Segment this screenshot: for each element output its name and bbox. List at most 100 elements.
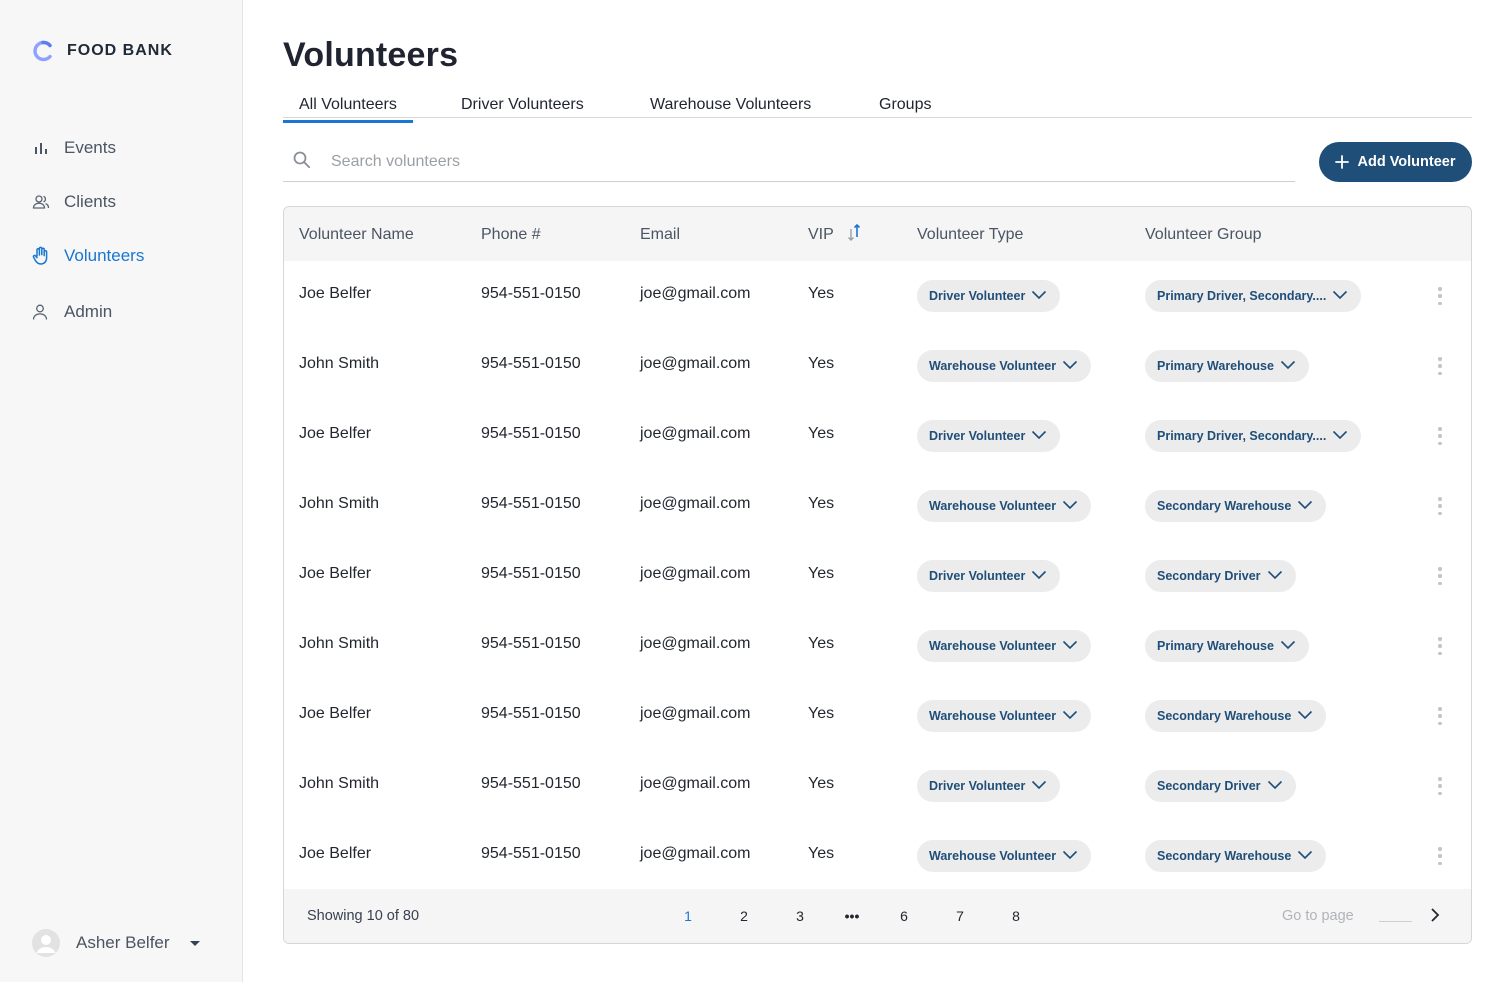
chevron-down-icon xyxy=(1031,429,1047,443)
chevron-down-icon xyxy=(1031,569,1047,583)
volunteer-phone: 954-551-0150 xyxy=(481,635,581,652)
sidebar-item-admin[interactable]: Admin xyxy=(32,302,112,322)
volunteer-type-dropdown[interactable]: Warehouse Volunteer xyxy=(917,350,1092,382)
volunteer-type-label: Warehouse Volunteer xyxy=(929,709,1057,723)
page-number[interactable]: 7 xyxy=(950,908,970,924)
volunteer-group-dropdown[interactable]: Primary Driver, Secondary.... xyxy=(1145,280,1362,312)
pagination-ellipsis[interactable]: ••• xyxy=(842,908,862,924)
volunteer-phone: 954-551-0150 xyxy=(481,495,581,512)
sidebar-item-events[interactable]: Events xyxy=(32,138,116,158)
volunteer-group-dropdown[interactable]: Secondary Warehouse xyxy=(1145,700,1327,732)
table-row[interactable]: Joe Belfer 954-551-0150 joe@gmail.com Yes Wa… xyxy=(284,681,1471,751)
tab-warehouse-volunteers[interactable]: Warehouse Volunteers xyxy=(650,96,811,114)
header-type[interactable]: Volunteer Type xyxy=(917,226,1023,244)
avatar xyxy=(32,929,60,957)
more-options-icon[interactable] xyxy=(1434,707,1446,725)
more-options-icon[interactable] xyxy=(1434,357,1446,375)
volunteer-name: Joe Belfer xyxy=(299,425,372,442)
volunteer-group-label: Primary Driver, Secondary.... xyxy=(1157,289,1327,303)
volunteer-vip: Yes xyxy=(808,355,835,372)
more-options-icon[interactable] xyxy=(1434,567,1446,585)
volunteer-type-label: Driver Volunteer xyxy=(929,779,1026,793)
caret-down-icon xyxy=(189,940,200,946)
plus-icon xyxy=(1335,155,1350,169)
volunteer-type-label: Warehouse Volunteer xyxy=(929,359,1057,373)
volunteer-email: joe@gmail.com xyxy=(640,635,751,652)
more-options-icon[interactable] xyxy=(1434,427,1446,445)
chevron-down-icon xyxy=(1280,639,1296,653)
brand[interactable]: FOOD BANK xyxy=(32,40,173,62)
header-group[interactable]: Volunteer Group xyxy=(1145,226,1262,244)
page-number[interactable]: 6 xyxy=(894,908,914,924)
header-vip[interactable]: VIP xyxy=(808,226,834,244)
chevron-down-icon xyxy=(1297,709,1313,723)
user-menu[interactable]: Asher Belfer xyxy=(32,929,200,957)
volunteer-type-dropdown[interactable]: Driver Volunteer xyxy=(917,280,1061,312)
table-row[interactable]: Joe Belfer 954-551-0150 joe@gmail.com Yes Wa… xyxy=(284,821,1471,891)
table-row[interactable]: John Smith 954-551-0150 joe@gmail.com Yes Dr… xyxy=(284,751,1471,821)
page-number[interactable]: 1 xyxy=(678,908,698,924)
tab-driver-volunteers[interactable]: Driver Volunteers xyxy=(461,96,584,114)
volunteer-group-dropdown[interactable]: Secondary Driver xyxy=(1145,560,1296,592)
volunteer-type-dropdown[interactable]: Warehouse Volunteer xyxy=(917,840,1092,872)
table-header: Volunteer Name Phone # Email VIP Volunte… xyxy=(284,207,1471,261)
page-title: Volunteers xyxy=(283,36,459,74)
user-name: Asher Belfer xyxy=(76,933,170,952)
header-name[interactable]: Volunteer Name xyxy=(299,226,414,244)
tab-all-volunteers[interactable]: All Volunteers xyxy=(283,96,413,123)
search-input[interactable] xyxy=(331,153,1231,171)
table-row[interactable]: John Smith 954-551-0150 joe@gmail.com Yes Wa… xyxy=(284,611,1471,681)
volunteer-phone: 954-551-0150 xyxy=(481,845,581,862)
goto-page-input[interactable] xyxy=(1379,921,1412,922)
table-row[interactable]: John Smith 954-551-0150 joe@gmail.com Yes Wa… xyxy=(284,471,1471,541)
chevron-down-icon xyxy=(1062,639,1078,653)
header-email[interactable]: Email xyxy=(640,226,680,244)
volunteer-type-dropdown[interactable]: Warehouse Volunteer xyxy=(917,490,1092,522)
table-row[interactable]: John Smith 954-551-0150 joe@gmail.com Yes Wa… xyxy=(284,331,1471,401)
tab-groups[interactable]: Groups xyxy=(879,96,931,114)
sidebar-item-volunteers[interactable]: Volunteers xyxy=(32,246,144,266)
sidebar-item-clients[interactable]: Clients xyxy=(32,192,116,212)
table-row[interactable]: Joe Belfer 954-551-0150 joe@gmail.com Yes Dr… xyxy=(284,401,1471,471)
page-number[interactable]: 2 xyxy=(734,908,754,924)
volunteer-vip: Yes xyxy=(808,845,835,862)
volunteer-type-dropdown[interactable]: Warehouse Volunteer xyxy=(917,630,1092,662)
volunteer-email: joe@gmail.com xyxy=(640,775,751,792)
chevron-right-icon[interactable] xyxy=(1429,907,1441,928)
volunteer-type-dropdown[interactable]: Driver Volunteer xyxy=(917,770,1061,802)
table-row[interactable]: Joe Belfer 954-551-0150 joe@gmail.com Yes Dr… xyxy=(284,261,1471,331)
volunteer-group-dropdown[interactable]: Secondary Warehouse xyxy=(1145,490,1327,522)
volunteer-group-dropdown[interactable]: Secondary Driver xyxy=(1145,770,1296,802)
volunteer-vip: Yes xyxy=(808,495,835,512)
page-number[interactable]: 3 xyxy=(790,908,810,924)
bar-chart-icon xyxy=(32,139,50,157)
sidebar-item-label: Events xyxy=(64,138,116,157)
volunteer-email: joe@gmail.com xyxy=(640,425,751,442)
volunteer-type-dropdown[interactable]: Driver Volunteer xyxy=(917,560,1061,592)
volunteer-group-label: Secondary Warehouse xyxy=(1157,849,1292,863)
sort-icon[interactable] xyxy=(847,223,861,248)
volunteer-group-dropdown[interactable]: Primary Warehouse xyxy=(1145,630,1309,662)
page-number[interactable]: 8 xyxy=(1006,908,1026,924)
volunteer-type-dropdown[interactable]: Warehouse Volunteer xyxy=(917,700,1092,732)
more-options-icon[interactable] xyxy=(1434,287,1446,305)
volunteer-group-dropdown[interactable]: Secondary Warehouse xyxy=(1145,840,1327,872)
clients-icon xyxy=(32,193,50,211)
volunteer-type-label: Warehouse Volunteer xyxy=(929,849,1057,863)
chevron-down-icon xyxy=(1332,429,1348,443)
volunteer-type-dropdown[interactable]: Driver Volunteer xyxy=(917,420,1061,452)
more-options-icon[interactable] xyxy=(1434,847,1446,865)
sidebar: FOOD BANK Events Clients Volunteers Admi… xyxy=(0,0,243,982)
add-volunteer-button[interactable]: Add Volunteer xyxy=(1319,142,1472,182)
more-options-icon[interactable] xyxy=(1434,497,1446,515)
volunteer-type-label: Driver Volunteer xyxy=(929,569,1026,583)
chevron-down-icon xyxy=(1062,849,1078,863)
chevron-down-icon xyxy=(1280,359,1296,373)
volunteer-group-dropdown[interactable]: Primary Warehouse xyxy=(1145,350,1309,382)
volunteer-group-dropdown[interactable]: Primary Driver, Secondary.... xyxy=(1145,420,1362,452)
logo-icon xyxy=(33,40,52,62)
more-options-icon[interactable] xyxy=(1434,777,1446,795)
more-options-icon[interactable] xyxy=(1434,637,1446,655)
table-row[interactable]: Joe Belfer 954-551-0150 joe@gmail.com Yes Dr… xyxy=(284,541,1471,611)
header-phone[interactable]: Phone # xyxy=(481,226,541,244)
